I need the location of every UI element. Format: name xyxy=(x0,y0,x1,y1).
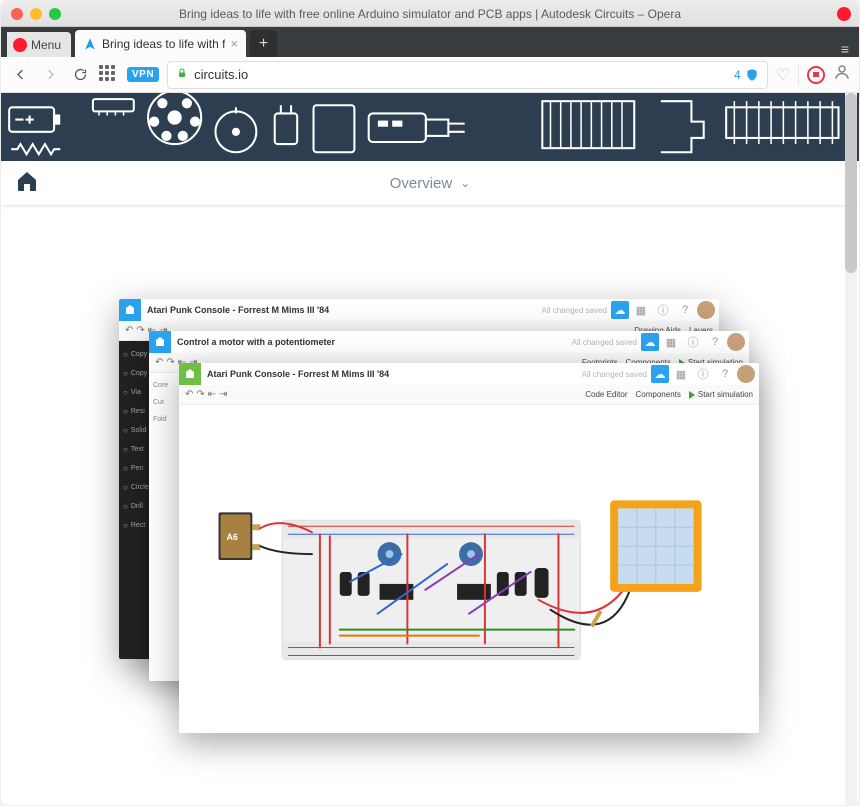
svg-text:A6: A6 xyxy=(226,532,237,542)
tab-favicon-icon xyxy=(83,37,97,51)
sub-nav: Overview ⌄ xyxy=(1,161,859,205)
cloud-icon[interactable]: ☁ xyxy=(641,333,659,351)
grid-icon[interactable]: ▦ xyxy=(671,364,691,384)
mac-titlebar: Bring ideas to life with free online Ard… xyxy=(1,1,859,27)
project-title: Atari Punk Console - Forrest M Mims III … xyxy=(201,369,389,379)
adblock-icon[interactable] xyxy=(807,66,825,84)
blocked-count: 4 xyxy=(734,68,741,82)
save-status: All changed saved xyxy=(542,306,611,315)
reload-button[interactable] xyxy=(69,64,91,86)
save-status: All changed saved xyxy=(582,370,651,379)
shield-icon xyxy=(745,68,759,82)
app-logo-icon xyxy=(149,331,171,353)
home-icon[interactable] xyxy=(15,169,39,198)
vpn-badge[interactable]: VPN xyxy=(127,67,159,82)
opera-logo-icon xyxy=(837,7,851,21)
new-tab-button[interactable]: + xyxy=(250,30,277,57)
url-field[interactable]: circuits.io 4 xyxy=(167,61,768,89)
page-scrollbar-thumb[interactable] xyxy=(845,93,857,273)
breadboard-canvas[interactable]: A6 xyxy=(179,405,759,733)
avatar[interactable] xyxy=(697,301,715,319)
tab-strip: Menu Bring ideas to life with f × + ≡ xyxy=(1,27,859,57)
overview-dropdown[interactable]: Overview ⌄ xyxy=(390,175,471,192)
hero-stage: Atari Punk Console - Forrest M Mims III … xyxy=(1,205,859,765)
stacked-window-breadboard: Atari Punk Console - Forrest M Mims III … xyxy=(179,363,759,733)
cloud-icon[interactable]: ☁ xyxy=(611,301,629,319)
forward-button[interactable] xyxy=(39,64,61,86)
hero-banner xyxy=(1,93,859,161)
start-simulation-button[interactable]: Start simulation xyxy=(689,390,753,399)
project-title: Atari Punk Console - Forrest M Mims III … xyxy=(141,305,329,315)
info-icon[interactable]: ⓘ xyxy=(683,332,703,352)
lock-icon xyxy=(176,67,188,82)
tool-components[interactable]: Components xyxy=(636,390,681,399)
app-logo-icon xyxy=(119,299,141,321)
undo-redo-group[interactable]: ↶↷⇤⇥ xyxy=(185,389,228,400)
avatar[interactable] xyxy=(727,333,745,351)
address-bar: VPN circuits.io 4 ♡ xyxy=(1,57,859,93)
browser-tab[interactable]: Bring ideas to life with f × xyxy=(75,30,246,57)
overview-label: Overview xyxy=(390,175,453,192)
bookmark-heart-icon[interactable]: ♡ xyxy=(776,65,790,85)
opera-window: Bring ideas to life with free online Ard… xyxy=(0,0,860,806)
speed-dial-icon[interactable] xyxy=(99,65,119,85)
tab-menu-icon[interactable]: ≡ xyxy=(831,41,859,57)
tab-title: Bring ideas to life with f xyxy=(102,37,225,51)
grid-icon[interactable]: ▦ xyxy=(661,332,681,352)
tab-close-icon[interactable]: × xyxy=(230,36,238,51)
profile-icon[interactable] xyxy=(833,63,851,86)
back-button[interactable] xyxy=(9,64,31,86)
menu-label: Menu xyxy=(31,38,61,52)
app-logo-icon xyxy=(179,363,201,385)
help-icon[interactable]: ? xyxy=(675,300,695,320)
grid-icon[interactable]: ▦ xyxy=(631,300,651,320)
opera-menu-button[interactable]: Menu xyxy=(7,32,71,57)
chevron-down-icon: ⌄ xyxy=(460,176,470,190)
project-title: Control a motor with a potentiometer xyxy=(171,337,335,347)
separator xyxy=(798,64,799,86)
save-status: All changed saved xyxy=(572,338,641,347)
tool-code-editor[interactable]: Code Editor xyxy=(585,390,627,399)
info-icon[interactable]: ⓘ xyxy=(653,300,673,320)
help-icon[interactable]: ? xyxy=(715,364,735,384)
window-title: Bring ideas to life with free online Ard… xyxy=(1,7,859,21)
help-icon[interactable]: ? xyxy=(705,332,725,352)
cloud-icon[interactable]: ☁ xyxy=(651,365,669,383)
avatar[interactable] xyxy=(737,365,755,383)
page-viewport: Overview ⌄ Atari Punk Console - Forrest … xyxy=(1,93,859,805)
url-text: circuits.io xyxy=(194,67,248,82)
info-icon[interactable]: ⓘ xyxy=(693,364,713,384)
